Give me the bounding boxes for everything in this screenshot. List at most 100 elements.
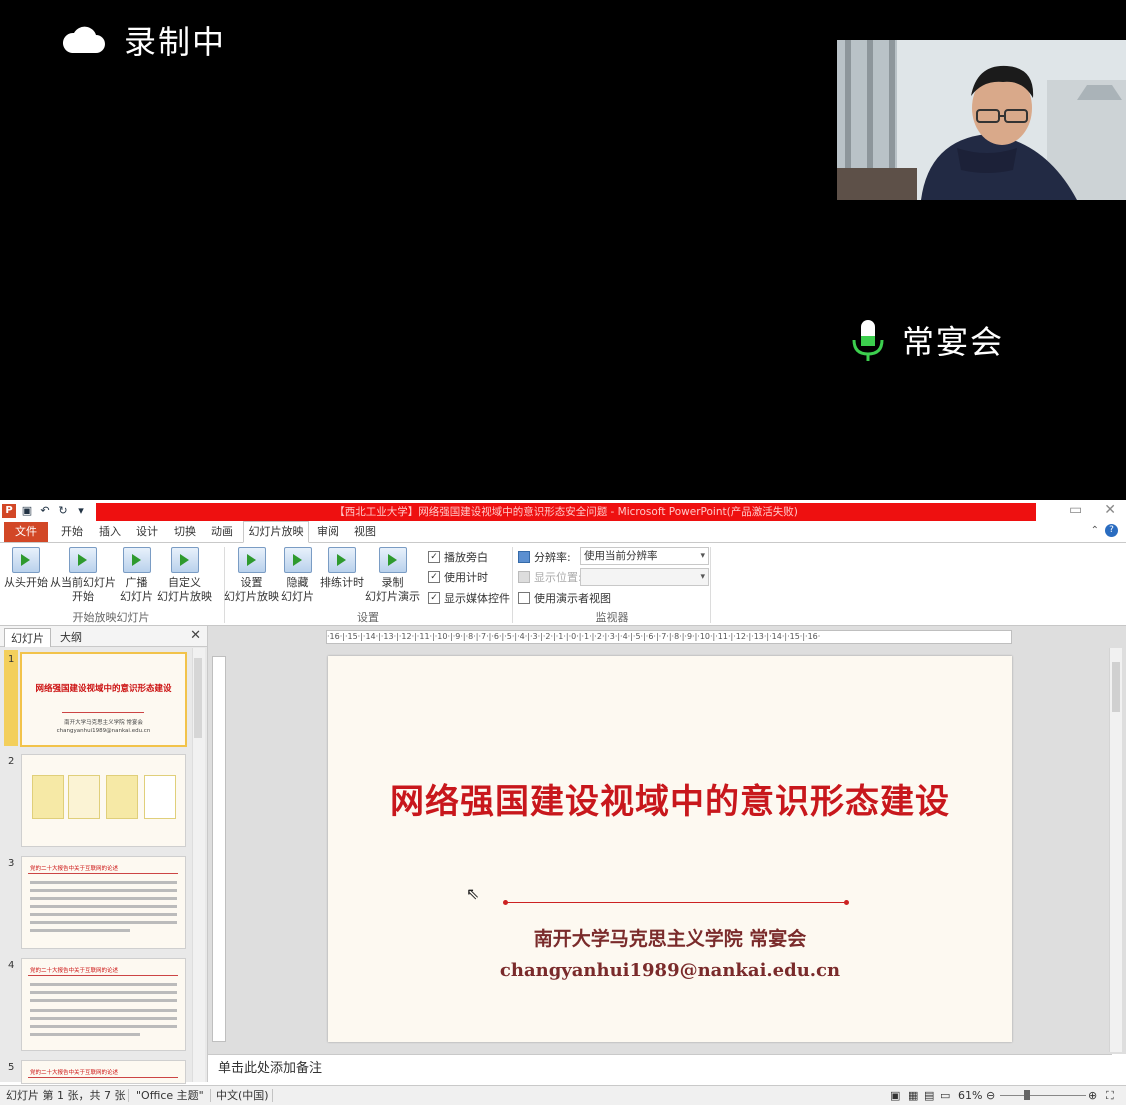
from-beginning-button[interactable]: 从头开始 (4, 547, 48, 590)
slideshow-view-icon[interactable]: ▭ (940, 1086, 950, 1105)
presenter-view-checkbox[interactable]: 使用演示者视图 (518, 590, 611, 606)
from-current-slide-button[interactable]: 从当前幻灯片 开始 (50, 547, 116, 604)
slide-counter: 幻灯片 第 1 张，共 7 张 (6, 1089, 126, 1102)
thumb-divider (62, 712, 144, 713)
window-controls: ▭ ✕ (1069, 502, 1116, 518)
notes-pane[interactable]: 单击此处添加备注 (208, 1054, 1112, 1082)
thumb-heading: 党的二十大报告中关于互联网的论述 (30, 1070, 119, 1076)
minimize-icon[interactable]: ▭ (1069, 502, 1082, 518)
zoom-out-icon[interactable]: ⊖ (986, 1086, 995, 1105)
use-timings-checkbox[interactable]: ✓ 使用计时 (428, 569, 488, 585)
recording-indicator: 录制中 (60, 20, 226, 61)
fit-to-window-icon[interactable]: ⛶ (1106, 1086, 1114, 1105)
group-label-setup: 设置 (357, 611, 379, 624)
zoom-slider[interactable] (1000, 1095, 1086, 1096)
zoom-slider-handle[interactable] (1024, 1090, 1030, 1100)
close-icon[interactable]: ✕ (190, 628, 201, 643)
hide-slide-icon (283, 547, 312, 573)
slide-thumbnail-5[interactable]: 党的二十大报告中关于互联网的论述 (21, 1060, 186, 1084)
editor-scroll-thumb[interactable] (1112, 662, 1120, 712)
customize-qat-icon[interactable]: ▾ (74, 504, 88, 518)
custom-slideshow-button[interactable]: 自定义 幻灯片放映 (157, 547, 212, 604)
redo-icon[interactable]: ↻ (56, 504, 70, 518)
slide-thumbnail-4[interactable]: 党的二十大报告中关于互联网的论述 (21, 958, 186, 1051)
tab-view[interactable]: 视图 (349, 522, 381, 542)
slide-thumbnail-1[interactable]: 网络强国建设视域中的意识形态建设 南开大学马克思主义学院 常宴会 changya… (20, 652, 187, 747)
tab-animations[interactable]: 动画 (206, 522, 238, 542)
active-speaker: 常宴会 (850, 318, 1004, 362)
slide-number: 4 (8, 960, 15, 971)
thumb-divider (28, 975, 178, 976)
close-icon[interactable]: ✕ (1104, 502, 1116, 518)
zoom-in-icon[interactable]: ⊕ (1088, 1086, 1097, 1105)
tab-file[interactable]: 文件 (4, 522, 48, 542)
setup-slideshow-button[interactable]: 设置 幻灯片放映 (224, 547, 279, 604)
book-cover-image (32, 775, 64, 819)
normal-view-icon[interactable]: ▣ (890, 1086, 900, 1105)
rehearse-timings-button[interactable]: 排练计时 (320, 547, 364, 590)
theme-name: "Office 主题" (136, 1089, 204, 1102)
thumb-email: changyanhui1989@nankai.edu.cn (56, 728, 151, 734)
tab-home[interactable]: 开始 (56, 522, 88, 542)
thumb-heading: 党的二十大报告中关于互联网的论述 (30, 968, 119, 974)
tab-design[interactable]: 设计 (131, 522, 163, 542)
book-cover-image (144, 775, 176, 819)
slide-number: 2 (8, 756, 15, 767)
collapse-ribbon-icon[interactable]: ⌃ (1091, 525, 1099, 536)
show-media-controls-checkbox[interactable]: ✓ 显示媒体控件 (428, 590, 510, 606)
status-bar: 幻灯片 第 1 张，共 7 张 "Office 主题" 中文(中国) ▣ ▦ ▤… (0, 1085, 1126, 1105)
powerpoint-window: P ▣ ↶ ↻ ▾ 【西北工业大学】网络强国建设视域中的意识形态安全问题 - M… (0, 500, 1126, 1108)
slides-panel: 幻灯片 大纲 ✕ 1 网络强国建设视域中的意识形态建设 南开大学马克思主义学院 … (0, 626, 208, 1084)
tab-slideshow[interactable]: 幻灯片放映 (243, 521, 309, 543)
tab-insert[interactable]: 插入 (94, 522, 126, 542)
slide-thumbnail-3[interactable]: 党的二十大报告中关于互联网的论述 (21, 856, 186, 949)
slide-sorter-icon[interactable]: ▦ (908, 1086, 918, 1105)
slide-number: 5 (8, 1062, 15, 1073)
thumb-text-line (30, 881, 177, 884)
checkbox-checked: ✓ (428, 571, 440, 583)
group-label-start: 开始放映幻灯片 (72, 611, 150, 624)
slide-title[interactable]: 网络强国建设视域中的意识形态建设 (328, 774, 1012, 823)
monitor-icon (518, 551, 530, 563)
tab-outline[interactable]: 大纲 (54, 628, 88, 646)
thumb-text-line (30, 905, 177, 908)
language-indicator[interactable]: 中文(中国) (216, 1086, 269, 1105)
hide-slide-button[interactable]: 隐藏 幻灯片 (281, 547, 314, 604)
cloud-icon (62, 26, 105, 53)
slide-email[interactable]: changyanhui1989@nankai.edu.cn (328, 960, 1012, 981)
window-title: 【西北工业大学】网络强国建设视域中的意识形态安全问题 - Microsoft P… (96, 503, 1036, 521)
thumb-text-line (30, 1025, 177, 1028)
slide-thumbnail-2[interactable] (21, 754, 186, 847)
help-icon[interactable]: ? (1105, 524, 1118, 537)
slide-divider (503, 900, 849, 905)
slideshow-current-icon (69, 547, 97, 573)
broadcast-icon (122, 547, 151, 573)
checkbox-checked: ✓ (428, 551, 440, 563)
panel-scroll-thumb[interactable] (194, 658, 202, 738)
record-slideshow-button[interactable]: 录制 幻灯片演示 (365, 547, 420, 604)
tab-review[interactable]: 审阅 (312, 522, 344, 542)
reading-view-icon[interactable]: ▤ (924, 1086, 934, 1105)
slide-number: 1 (8, 654, 15, 665)
thumb-heading: 党的二十大报告中关于互联网的论述 (30, 866, 119, 872)
quick-access-toolbar: P ▣ ↶ ↻ ▾ (2, 502, 88, 520)
thumb-text-line (30, 991, 177, 994)
undo-icon[interactable]: ↶ (38, 504, 52, 518)
play-narration-checkbox[interactable]: ✓ 播放旁白 (428, 549, 488, 565)
tab-slides[interactable]: 幻灯片 (4, 628, 51, 647)
slide-canvas[interactable]: 网络强国建设视域中的意识形态建设 南开大学马克思主义学院 常宴会 changya… (328, 656, 1012, 1042)
slide-author[interactable]: 南开大学马克思主义学院 常宴会 (328, 924, 1012, 951)
thumb-text-line (30, 1009, 177, 1012)
show-on-dropdown[interactable] (580, 568, 709, 586)
broadcast-slideshow-button[interactable]: 广播 幻灯片 (120, 547, 153, 604)
tab-transitions[interactable]: 切换 (169, 522, 201, 542)
ribbon: 从头开始 从当前幻灯片 开始 广播 幻灯片 自定义 幻灯片放映 开始放映幻灯片 … (0, 543, 1126, 626)
thumb-text-line (30, 999, 177, 1002)
horizontal-ruler: ·16·|·15·|·14·|·13·|·12·|·11·|·10·|·9·|·… (326, 630, 1012, 644)
zoom-level[interactable]: 61% (958, 1086, 982, 1105)
powerpoint-app-icon[interactable]: P (2, 504, 16, 518)
custom-slideshow-icon (170, 547, 199, 573)
thumb-text-line (30, 983, 177, 986)
resolution-dropdown[interactable]: 使用当前分辨率 (580, 547, 709, 565)
save-icon[interactable]: ▣ (20, 504, 34, 518)
